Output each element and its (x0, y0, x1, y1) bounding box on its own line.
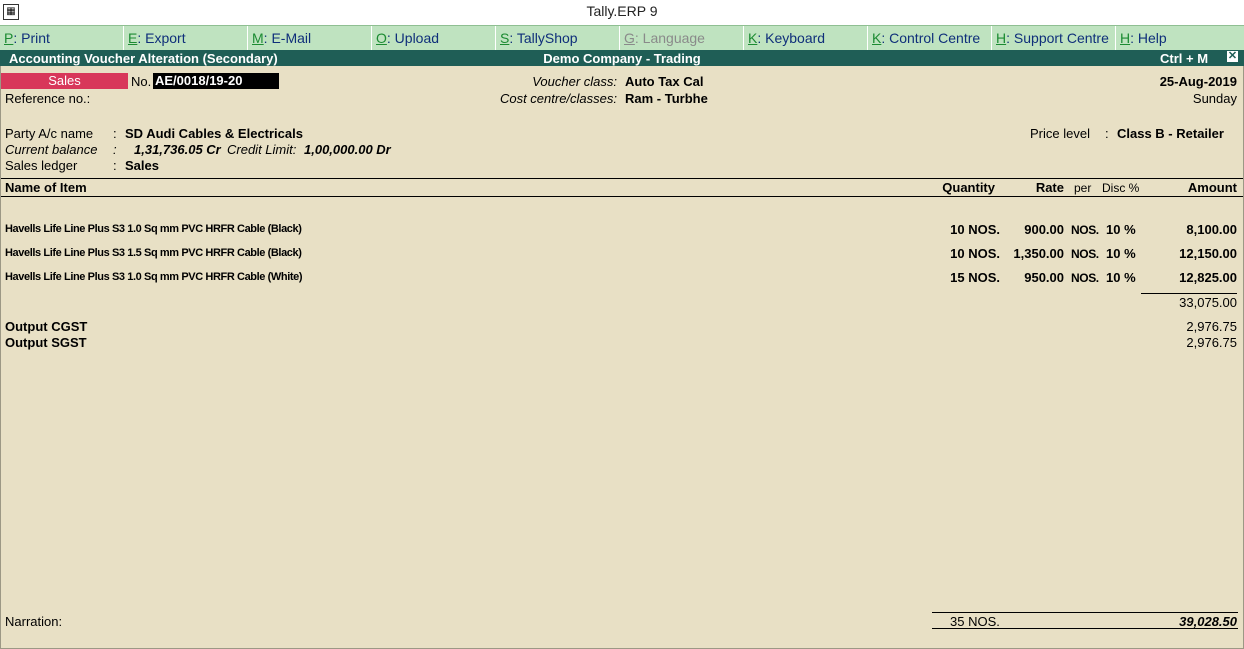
colon: : (113, 126, 117, 141)
credit-limit-label: Credit Limit: (227, 142, 297, 157)
narration-label: Narration: (5, 614, 63, 629)
language-button: G: Language (620, 26, 744, 50)
balance-label: Current balance (5, 142, 98, 157)
column-name-of-item: Name of Item (5, 180, 87, 195)
credit-limit-value: 1,00,000.00 Dr (304, 142, 391, 157)
tax-ledger-name[interactable]: Output CGST (5, 319, 87, 334)
balance-value: 1,31,736.05 Cr (134, 142, 221, 157)
sales-ledger-value[interactable]: Sales (125, 158, 159, 173)
item-per[interactable]: NOS. (1071, 271, 1099, 285)
total-amount: 39,028.50 (1179, 614, 1237, 629)
item-quantity[interactable]: 15 NOS. (920, 270, 1000, 285)
company-name: Demo Company - Trading (543, 51, 701, 66)
column-rate: Rate (1035, 180, 1064, 195)
column-amount: Amount (1187, 180, 1237, 195)
item-rate[interactable]: 900.00 (1000, 222, 1064, 237)
item-name[interactable]: Havells Life Line Plus S3 1.0 Sq mm PVC … (5, 271, 303, 283)
column-per: per (1074, 181, 1092, 195)
total-quantity: 35 NOS. (950, 614, 1000, 629)
help-button[interactable]: H: Help (1116, 26, 1244, 50)
button-bar: P: Print E: Export M: E-Mail O: Upload S… (0, 25, 1244, 51)
divider (1, 196, 1243, 197)
voucher-type-badge[interactable]: Sales (1, 73, 128, 89)
subtotal-amount: 33,075.00 (1179, 295, 1237, 310)
colon: : (113, 142, 117, 157)
voucher-no-label: No. (131, 74, 152, 89)
item-per[interactable]: NOS. (1071, 223, 1099, 237)
item-amount[interactable]: 12,150.00 (1140, 246, 1237, 261)
voucher-date[interactable]: 25-Aug-2019 (1100, 74, 1237, 89)
tax-ledger-name[interactable]: Output SGST (5, 335, 87, 350)
export-button[interactable]: E: Export (124, 26, 248, 50)
item-disc[interactable]: 10 % (1106, 270, 1136, 285)
column-quantity: Quantity (942, 180, 995, 195)
voucher-class-value[interactable]: Auto Tax Cal (625, 74, 704, 89)
tallyshop-button[interactable]: S: TallyShop (496, 26, 620, 50)
price-level-label: Price level (1030, 126, 1090, 141)
voucher-header: Accounting Voucher Alteration (Secondary… (0, 50, 1244, 66)
item-per[interactable]: NOS. (1071, 247, 1099, 261)
window-title: Tally.ERP 9 (586, 3, 658, 19)
item-disc[interactable]: 10 % (1106, 246, 1136, 261)
colon: : (113, 158, 117, 173)
tax-amount[interactable]: 2,976.75 (1140, 319, 1237, 334)
voucher-no-field[interactable]: AE/0018/19-20 (153, 73, 279, 89)
cost-centre-label: Cost centre/classes: (499, 91, 617, 106)
support-centre-button[interactable]: H: Support Centre (992, 26, 1116, 50)
cost-centre-value[interactable]: Ram - Turbhe (625, 91, 708, 106)
item-rate[interactable]: 1,350.00 (1000, 246, 1064, 261)
item-name[interactable]: Havells Life Line Plus S3 1.0 Sq mm PVC … (5, 223, 302, 235)
upload-button[interactable]: O: Upload (372, 26, 496, 50)
tax-amount[interactable]: 2,976.75 (1140, 335, 1237, 350)
voucher-day: Sunday (1192, 91, 1237, 106)
keyboard-button[interactable]: K: Keyboard (744, 26, 868, 50)
sales-ledger-label: Sales ledger (5, 158, 78, 173)
item-rate[interactable]: 950.00 (1000, 270, 1064, 285)
divider (1, 178, 1243, 179)
item-disc[interactable]: 10 % (1106, 222, 1136, 237)
item-name[interactable]: Havells Life Line Plus S3 1.5 Sq mm PVC … (5, 247, 302, 259)
shortcut-hint: Ctrl + M (1160, 51, 1209, 66)
column-disc: Disc % (1102, 181, 1140, 195)
close-icon[interactable]: ✕ (1227, 51, 1238, 62)
party-label: Party A/c name (5, 126, 94, 141)
total-rule (932, 612, 1238, 613)
item-amount[interactable]: 8,100.00 (1140, 222, 1237, 237)
email-button[interactable]: M: E-Mail (248, 26, 372, 50)
control-centre-button[interactable]: K: Control Centre (868, 26, 992, 50)
print-button[interactable]: P: Print (0, 26, 124, 50)
voucher-class-label: Voucher class: (532, 74, 617, 89)
title-bar: ▦ Tally.ERP 9 (0, 0, 1244, 24)
item-quantity[interactable]: 10 NOS. (920, 222, 1000, 237)
item-amount[interactable]: 12,825.00 (1140, 270, 1237, 285)
subtotal-rule (1141, 293, 1237, 294)
colon: : (1105, 126, 1109, 141)
item-quantity[interactable]: 10 NOS. (920, 246, 1000, 261)
party-value[interactable]: SD Audi Cables & Electricals (125, 126, 303, 141)
price-level-value[interactable]: Class B - Retailer (1117, 126, 1224, 141)
reference-label: Reference no.: (5, 91, 91, 106)
